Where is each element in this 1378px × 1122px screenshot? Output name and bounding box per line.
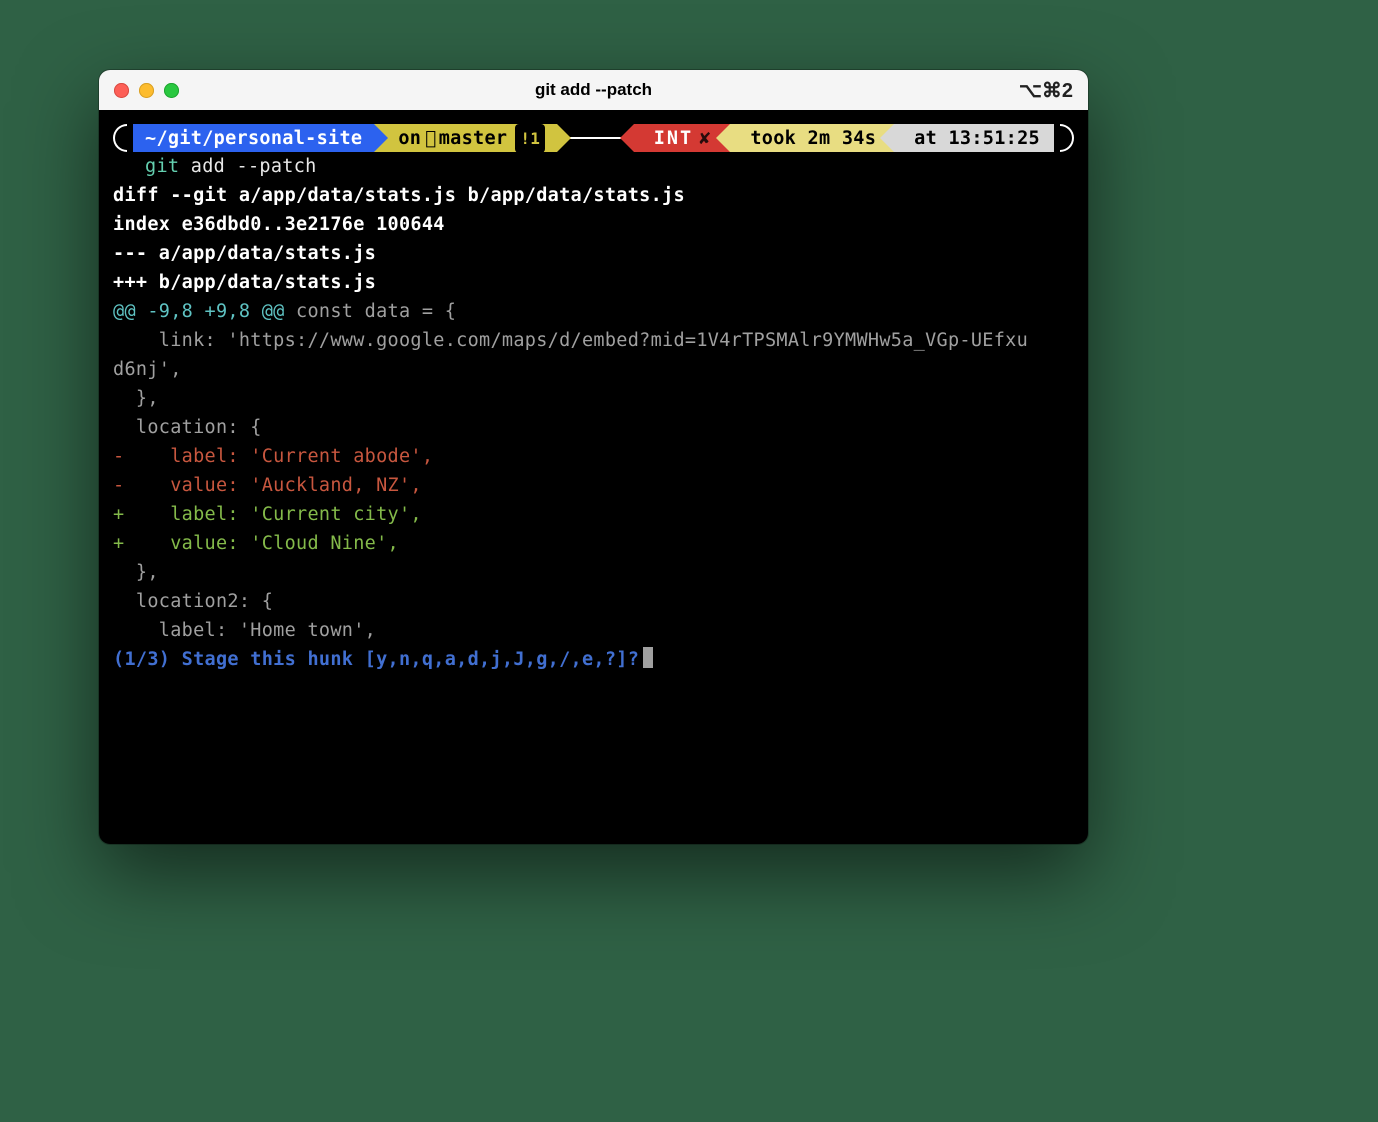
prompt-left-cap xyxy=(113,124,127,152)
diff-context-line: location: { xyxy=(113,413,1074,442)
diff-removed-line: - label: 'Current abode', xyxy=(113,442,1074,471)
branch-name: master xyxy=(439,124,508,153)
window-title: git add --patch xyxy=(99,80,1088,100)
chevron-right-icon xyxy=(557,124,571,152)
command-line: git add --patch xyxy=(113,152,1074,181)
diff-context-line: location2: { xyxy=(113,587,1074,616)
stage-hunk-prompt-line[interactable]: (1/3) Stage this hunk [y,n,q,a,d,j,J,g,/… xyxy=(113,645,1074,674)
branch-prefix: on xyxy=(398,124,421,153)
close-icon[interactable] xyxy=(114,83,129,98)
chevron-right-icon xyxy=(374,124,388,152)
prompt-fill xyxy=(565,137,626,139)
command-git: git xyxy=(145,156,179,177)
path-prefix: ~/git/ xyxy=(145,124,214,153)
path-repo: personal-site xyxy=(214,124,363,153)
prompt-segment-path: ~/git/personal-site xyxy=(133,124,374,152)
chevron-left-icon xyxy=(716,124,730,152)
diff-context-line: }, xyxy=(113,384,1074,413)
x-icon: ✘ xyxy=(699,124,712,153)
prompt-right-cap xyxy=(1060,124,1074,152)
diff-context-line: link: 'https://www.google.com/maps/d/emb… xyxy=(113,326,1074,355)
terminal-window[interactable]: git add --patch ⌥⌘2 ~/git/personal-site … xyxy=(99,70,1088,844)
int-label: INT xyxy=(654,124,693,153)
prompt-segment-branch: on  master !1 xyxy=(374,124,557,152)
time-label: at 13:51:25 xyxy=(914,124,1040,153)
git-branch-icon:  xyxy=(425,124,436,153)
diff-new-file: +++ b/app/data/stats.js xyxy=(113,268,1074,297)
hunk-marker: @@ -9,8 +9,8 @@ xyxy=(113,301,285,322)
cursor-icon xyxy=(643,647,653,668)
zoom-icon[interactable] xyxy=(164,83,179,98)
hunk-context: const data = { xyxy=(285,301,457,322)
diff-index: index e36dbd0..3e2176e 100644 xyxy=(113,210,1074,239)
prompt-segment-time: at 13:51:25 xyxy=(894,124,1054,152)
diff-removed-line: - value: 'Auckland, NZ', xyxy=(113,471,1074,500)
diff-added-line: + value: 'Cloud Nine', xyxy=(113,529,1074,558)
terminal-body[interactable]: ~/git/personal-site on  master !1 INT ✘… xyxy=(99,110,1088,674)
prompt-line: ~/git/personal-site on  master !1 INT ✘… xyxy=(113,124,1074,152)
titlebar: git add --patch ⌥⌘2 xyxy=(99,70,1088,110)
diff-hunk-header: @@ -9,8 +9,8 @@ const data = { xyxy=(113,297,1074,326)
diff-context-line: }, xyxy=(113,558,1074,587)
minimize-icon[interactable] xyxy=(139,83,154,98)
branch-status: !1 xyxy=(515,124,545,153)
prompt-segment-took: took 2m 34s xyxy=(730,124,894,152)
diff-context-line: d6nj', xyxy=(113,355,1074,384)
window-shortcut: ⌥⌘2 xyxy=(1019,78,1073,103)
diff-added-line: + label: 'Current city', xyxy=(113,500,1074,529)
stage-hunk-prompt: (1/3) Stage this hunk [y,n,q,a,d,j,J,g,/… xyxy=(113,649,639,670)
diff-header: diff --git a/app/data/stats.js b/app/dat… xyxy=(113,181,1074,210)
took-label: took 2m 34s xyxy=(750,124,876,153)
command-args: add --patch xyxy=(179,156,316,177)
diff-old-file: --- a/app/data/stats.js xyxy=(113,239,1074,268)
chevron-left-icon xyxy=(880,124,894,152)
chevron-left-icon xyxy=(620,124,634,152)
diff-context-line: label: 'Home town', xyxy=(113,616,1074,645)
traffic-lights xyxy=(99,83,179,98)
